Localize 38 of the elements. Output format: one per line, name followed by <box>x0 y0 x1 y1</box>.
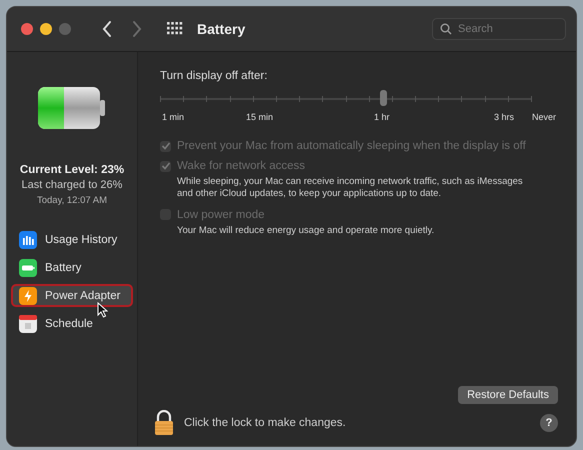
sidebar-item[interactable]: Battery <box>11 256 133 279</box>
minimize-button[interactable] <box>40 23 52 35</box>
option-description: While sleeping, your Mac can receive incoming network traffic, such as iMessages and other iCloud updates, to keep your applications up to date. <box>177 176 524 201</box>
option-label: Prevent your Mac from automatically sleeping when the display is off <box>177 140 526 152</box>
calendar-icon <box>19 314 37 332</box>
cursor-icon <box>97 302 108 318</box>
slider-thumb[interactable] <box>380 90 388 106</box>
close-button[interactable] <box>21 23 33 35</box>
lock-message: Click the lock to make changes. <box>184 417 346 429</box>
current-level: Current Level: 23% <box>20 164 124 176</box>
option-description: Your Mac will reduce energy usage and operate more quietly. <box>177 224 436 238</box>
tick-label: 15 min <box>246 112 274 122</box>
help-button[interactable]: ? <box>540 414 558 432</box>
sidebar-item[interactable]: Schedule <box>11 312 133 335</box>
lightning-icon <box>19 286 37 304</box>
last-charged: Last charged to 26% <box>22 179 122 191</box>
option-label: Low power mode <box>177 208 265 221</box>
tick-label: 3 hrs <box>494 112 514 122</box>
tick-label: Never <box>532 112 556 122</box>
forward-icon[interactable] <box>131 20 143 38</box>
display-off-slider[interactable] <box>160 90 532 108</box>
tick-label: 1 min <box>162 112 184 122</box>
grid-icon[interactable] <box>167 22 183 36</box>
battery-drawing <box>37 86 107 130</box>
tick-label: 1 hr <box>374 112 390 122</box>
search-icon <box>440 23 452 35</box>
slider-label: Turn display off after: <box>160 70 268 82</box>
zoom-button[interactable] <box>59 23 71 35</box>
window-title: Battery <box>197 21 246 37</box>
option-label: Wake for network access <box>177 160 306 172</box>
search-field[interactable]: Search <box>432 18 566 40</box>
battery-icon <box>19 258 37 276</box>
restore-defaults-button[interactable]: Restore Defaults <box>458 386 558 404</box>
charged-time: Today, 12:07 AM <box>36 195 108 206</box>
lock-icon[interactable] <box>154 410 174 436</box>
back-icon[interactable] <box>101 20 113 38</box>
sidebar-item[interactable]: Usage History <box>11 228 133 251</box>
bar-chart-icon <box>19 230 37 248</box>
